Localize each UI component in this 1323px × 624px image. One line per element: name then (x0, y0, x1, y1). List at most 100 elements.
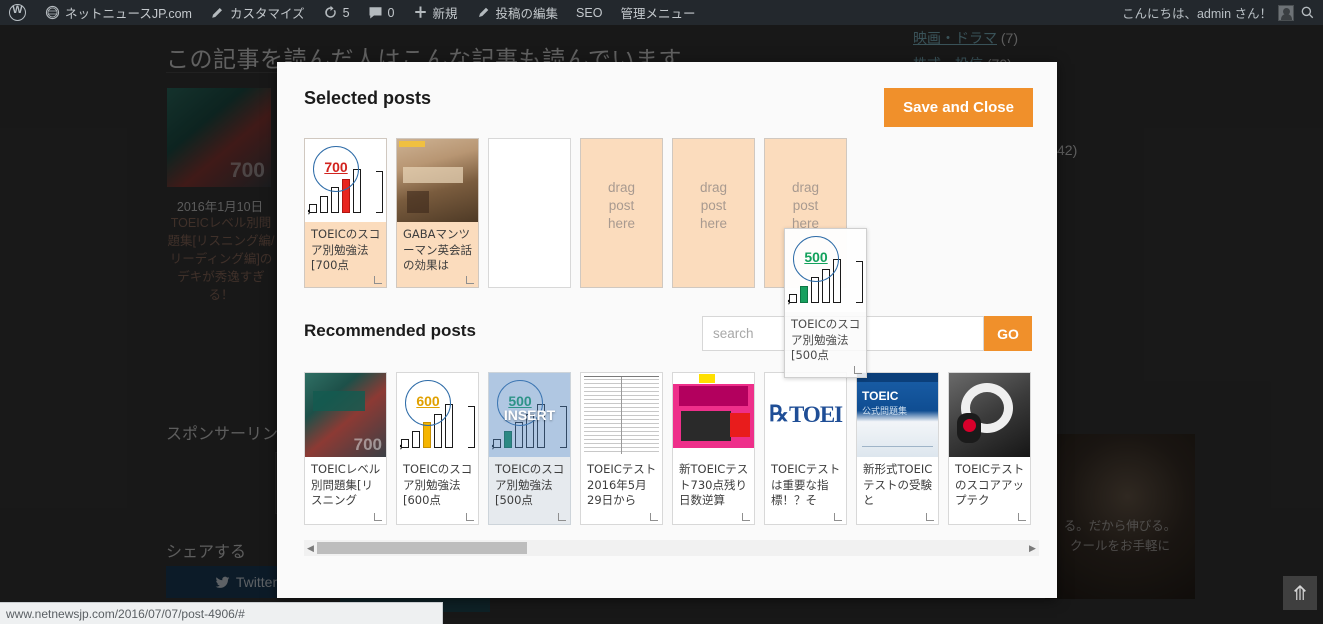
selected-post-slot-2[interactable] (488, 138, 571, 288)
adminbar-site-name[interactable]: ネットニュースJP.com (36, 0, 201, 25)
adminbar-site-label: ネットニュースJP.com (65, 7, 192, 21)
insert-label: INSERT (503, 407, 556, 423)
post-thumbnail: , 700 (305, 139, 386, 222)
recommended-posts-title: Recommended posts (304, 321, 476, 340)
drag-post-here-label: drag post here (791, 180, 820, 231)
refresh-icon (323, 5, 338, 20)
adminbar-item-edit-post[interactable]: 投稿の編集 (467, 0, 568, 25)
adminbar-label-admin-menu: 管理メニュー (620, 7, 696, 21)
comment-icon (368, 5, 383, 20)
selected-posts-strip: , 700 TOEICのスコア別勉強法 [700点 (304, 138, 847, 288)
post-thumbnail: 700 (305, 373, 386, 457)
adminbar-label-customize: カスタマイズ (229, 7, 305, 21)
dragging-post-card[interactable]: , 500 TOEICのスコア別勉強法 [500点 (784, 228, 867, 378)
resize-corner-icon (854, 366, 862, 374)
post-title: TOEICレベル別問題集[リスニング (311, 462, 381, 507)
photo-blue-book-image: TOEIC 公式問題集 (857, 373, 938, 457)
wp-admin-bar: ネットニュースJP.com カスタマイズ 5 0 新規 (0, 0, 1323, 25)
plus-icon (413, 5, 428, 20)
selected-post-slot-3[interactable]: drag post here (580, 138, 663, 288)
search-form: GO (702, 316, 1032, 351)
adminbar-greeting: こんにちは、admin さん！ (1121, 7, 1272, 21)
adminbar-item-seo[interactable]: SEO (567, 0, 611, 25)
post-thumbnail (949, 373, 1030, 457)
post-title: TOEICのスコア別勉強法 [600点 (403, 462, 473, 507)
post-title: TOEICのスコア別勉強法 [500点 (495, 462, 565, 507)
resize-corner-icon (374, 513, 382, 521)
post-thumbnail (581, 373, 662, 457)
post-title: TOEICテストのスコアアップテク (955, 462, 1025, 507)
recommended-post-card-4[interactable]: 新TOEICテスト730点残り日数逆算 (672, 372, 755, 525)
adminbar-label-updates: 5 (342, 5, 350, 20)
post-thumbnail (673, 373, 754, 457)
score-value: 700 (324, 159, 348, 175)
recommended-post-card-0[interactable]: 700 TOEICレベル別問題集[リスニング (304, 372, 387, 525)
selected-post-slot-4[interactable]: drag post here (672, 138, 755, 288)
chart-600-icon: , 600 (397, 373, 478, 457)
recommended-posts-scrollbar[interactable]: ◀ ▶ (304, 540, 1039, 556)
selected-post-slot-1[interactable]: GABAマンツーマン英会話の効果は (396, 138, 479, 288)
home-icon (45, 5, 60, 20)
drag-post-here-label: drag post here (699, 180, 728, 231)
adminbar-item-new[interactable]: 新規 (404, 0, 467, 25)
selected-post-slot-0[interactable]: , 700 TOEICのスコア別勉強法 [700点 (304, 138, 387, 288)
resize-corner-icon (834, 513, 842, 521)
drag-post-here-label: drag post here (607, 180, 636, 231)
recommended-post-card-6[interactable]: TOEIC 公式問題集 新形式TOEICテストの受験と (856, 372, 939, 525)
resize-corner-icon (558, 513, 566, 521)
adminbar-item-customize[interactable]: カスタマイズ (201, 0, 314, 25)
photo-books-image: 700 (305, 373, 386, 457)
scrollbar-thumb[interactable] (317, 542, 527, 554)
post-title: TOEICのスコア別勉強法 [500点 (791, 317, 861, 362)
resize-corner-icon (374, 276, 382, 284)
insert-overlay[interactable]: INSERT (489, 373, 570, 457)
wp-logo-menu[interactable] (0, 0, 36, 25)
post-title: 新TOEICテスト730点残り日数逆算 (679, 462, 749, 507)
chart-500-icon: , 500 (785, 229, 866, 312)
resize-corner-icon (466, 513, 474, 521)
photo-cafe-image (397, 139, 478, 222)
scroll-right-arrow-icon[interactable]: ▶ (1026, 540, 1039, 556)
resize-corner-icon (650, 513, 658, 521)
save-and-close-button[interactable]: Save and Close (884, 88, 1033, 127)
search-icon[interactable] (1300, 5, 1315, 20)
photo-pink-book-image (673, 373, 754, 457)
recommended-post-card-3[interactable]: TOEICテスト2016年5月29日から (580, 372, 663, 525)
post-thumbnail: , 500 INSERT (489, 373, 570, 457)
recommended-post-card-1[interactable]: , 600 TOEICのスコア別勉強法 [600点 (396, 372, 479, 525)
post-thumbnail: ℞ TOEI (765, 373, 846, 457)
score-value: 500 (804, 249, 828, 265)
resize-corner-icon (466, 276, 474, 284)
recommended-post-card-5[interactable]: ℞ TOEI TOEICテストは重要な指標！？そ (764, 372, 847, 525)
post-thumbnail (397, 139, 478, 222)
back-to-top-icon[interactable]: ⤊ (1283, 576, 1317, 610)
chart-700-icon: , 700 (305, 139, 386, 222)
search-go-button[interactable]: GO (984, 316, 1032, 351)
selected-posts-title: Selected posts (304, 88, 432, 108)
adminbar-label-edit-post: 投稿の編集 (495, 7, 559, 21)
avatar (1278, 4, 1294, 21)
adminbar-label-comments: 0 (387, 5, 395, 20)
adminbar-item-updates[interactable]: 5 (314, 0, 359, 25)
status-url: www.netnewsjp.com/2016/07/07/post-4906/# (6, 606, 245, 621)
post-thumbnail: , 600 (397, 373, 478, 457)
post-title: TOEICのスコア別勉強法 [700点 (311, 227, 381, 272)
adminbar-item-admin-menu[interactable]: 管理メニュー (611, 0, 704, 25)
pencil-icon (210, 5, 225, 20)
recommended-posts-strip: 700 TOEICレベル別問題集[リスニング , (304, 372, 1039, 525)
browser-status-bar: www.netnewsjp.com/2016/07/07/post-4906/# (0, 602, 443, 624)
resize-corner-icon (742, 513, 750, 521)
recommended-post-card-2[interactable]: , 500 INSERT (488, 372, 571, 525)
adminbar-label-new: 新規 (432, 7, 458, 21)
edit-icon (476, 5, 491, 20)
table-document-image (581, 373, 662, 457)
adminbar-my-account[interactable]: こんにちは、admin さん！ (1122, 3, 1323, 22)
post-title: GABAマンツーマン英会話の効果は (403, 227, 472, 272)
adminbar-item-comments[interactable]: 0 (359, 0, 404, 25)
post-thumbnail: TOEIC 公式問題集 (857, 373, 938, 457)
scrollbar-track[interactable] (317, 541, 1026, 555)
photo-headphones-image (949, 373, 1030, 457)
scroll-left-arrow-icon[interactable]: ◀ (304, 540, 317, 556)
recommended-post-card-7[interactable]: TOEICテストのスコアアップテク (948, 372, 1031, 525)
modal-header: Selected posts Save and Close (277, 62, 1057, 140)
